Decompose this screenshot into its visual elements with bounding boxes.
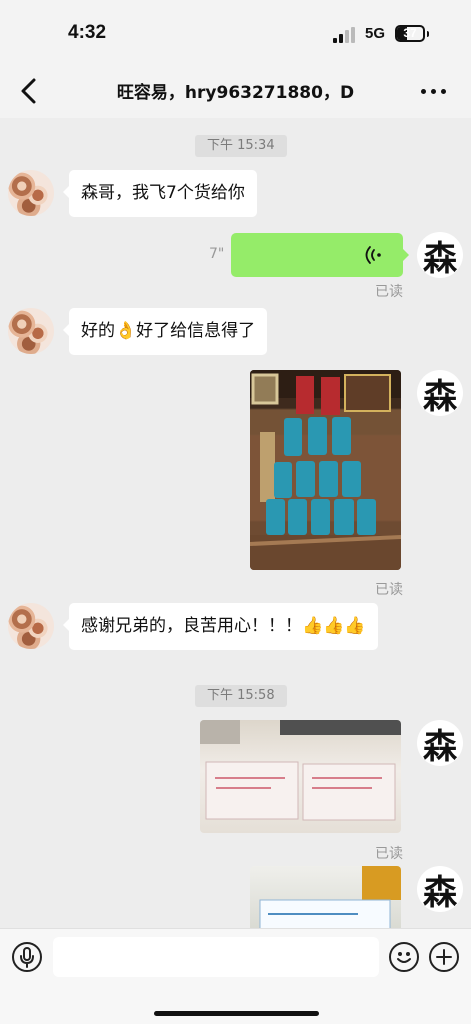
document-photo-image[interactable]: [200, 720, 401, 833]
read-receipt: 已读: [375, 284, 403, 300]
message-bubble[interactable]: 好的👌好了给信息得了: [62, 308, 268, 355]
document-photo-icon: [259, 866, 401, 928]
battery-tip: [427, 31, 429, 37]
message-composer: [0, 928, 471, 1024]
cellular-signal-icon: [333, 27, 355, 43]
contact-avatar[interactable]: [8, 603, 54, 649]
plus-icon: [436, 949, 452, 965]
message-text: 感谢兄弟的，良苦用心！！！: [81, 616, 302, 636]
voice-duration: 7": [209, 246, 225, 262]
emoji-icon: [397, 952, 411, 963]
contact-avatar[interactable]: [8, 170, 54, 216]
chat-header: 旺容易，hry963271880，D: [0, 64, 471, 118]
home-indicator: [154, 1011, 319, 1016]
chat-title: 旺容易，hry963271880，D: [116, 83, 355, 103]
self-avatar[interactable]: 森: [417, 370, 463, 416]
plus-button[interactable]: [429, 942, 459, 972]
voice-button[interactable]: [12, 942, 42, 972]
emoji-button[interactable]: [389, 942, 419, 972]
product-cans-image[interactable]: [250, 370, 401, 570]
read-receipt: 已读: [375, 582, 403, 598]
timestamp: 下午 15:58: [195, 685, 287, 707]
back-arrow-icon[interactable]: [18, 76, 40, 106]
battery-label: 37: [403, 26, 417, 40]
message-bubble[interactable]: 森哥，我飞7个货给你: [63, 170, 257, 217]
more-dots-icon[interactable]: [421, 89, 447, 95]
thumbs-up-emoji-icon: 👍👍👍: [302, 616, 366, 636]
self-avatar[interactable]: 森: [417, 720, 463, 766]
battery-icon: 37: [395, 25, 425, 42]
voice-icon: [20, 947, 34, 968]
self-avatar[interactable]: 森: [417, 866, 463, 912]
document-photo-image[interactable]: [250, 866, 401, 928]
network-type: 5G: [365, 25, 386, 42]
contact-avatar[interactable]: [8, 308, 54, 354]
message-list[interactable]: 下午 15:34 森哥，我飞7个货给你 7" 森 已读 好的👌好了给信息得了 森…: [0, 118, 471, 928]
status-time: 4:32: [68, 22, 107, 43]
message-text: 好的: [81, 321, 115, 341]
voice-wave-icon: [365, 246, 381, 264]
cans-stack-icon: [250, 370, 401, 570]
message-text: 好了给信息得了: [136, 321, 256, 341]
message-bubble[interactable]: 感谢兄弟的，良苦用心！！！👍👍👍: [63, 603, 378, 650]
voice-message-bubble[interactable]: [231, 233, 409, 277]
status-bar: 4:32 5G 37: [0, 0, 471, 64]
read-receipt: 已读: [375, 846, 403, 862]
self-avatar[interactable]: 森: [417, 232, 463, 278]
document-photo-icon: [200, 720, 401, 821]
timestamp: 下午 15:34: [195, 135, 287, 157]
ok-hand-emoji-icon: 👌: [115, 321, 137, 341]
message-input[interactable]: [53, 937, 379, 977]
